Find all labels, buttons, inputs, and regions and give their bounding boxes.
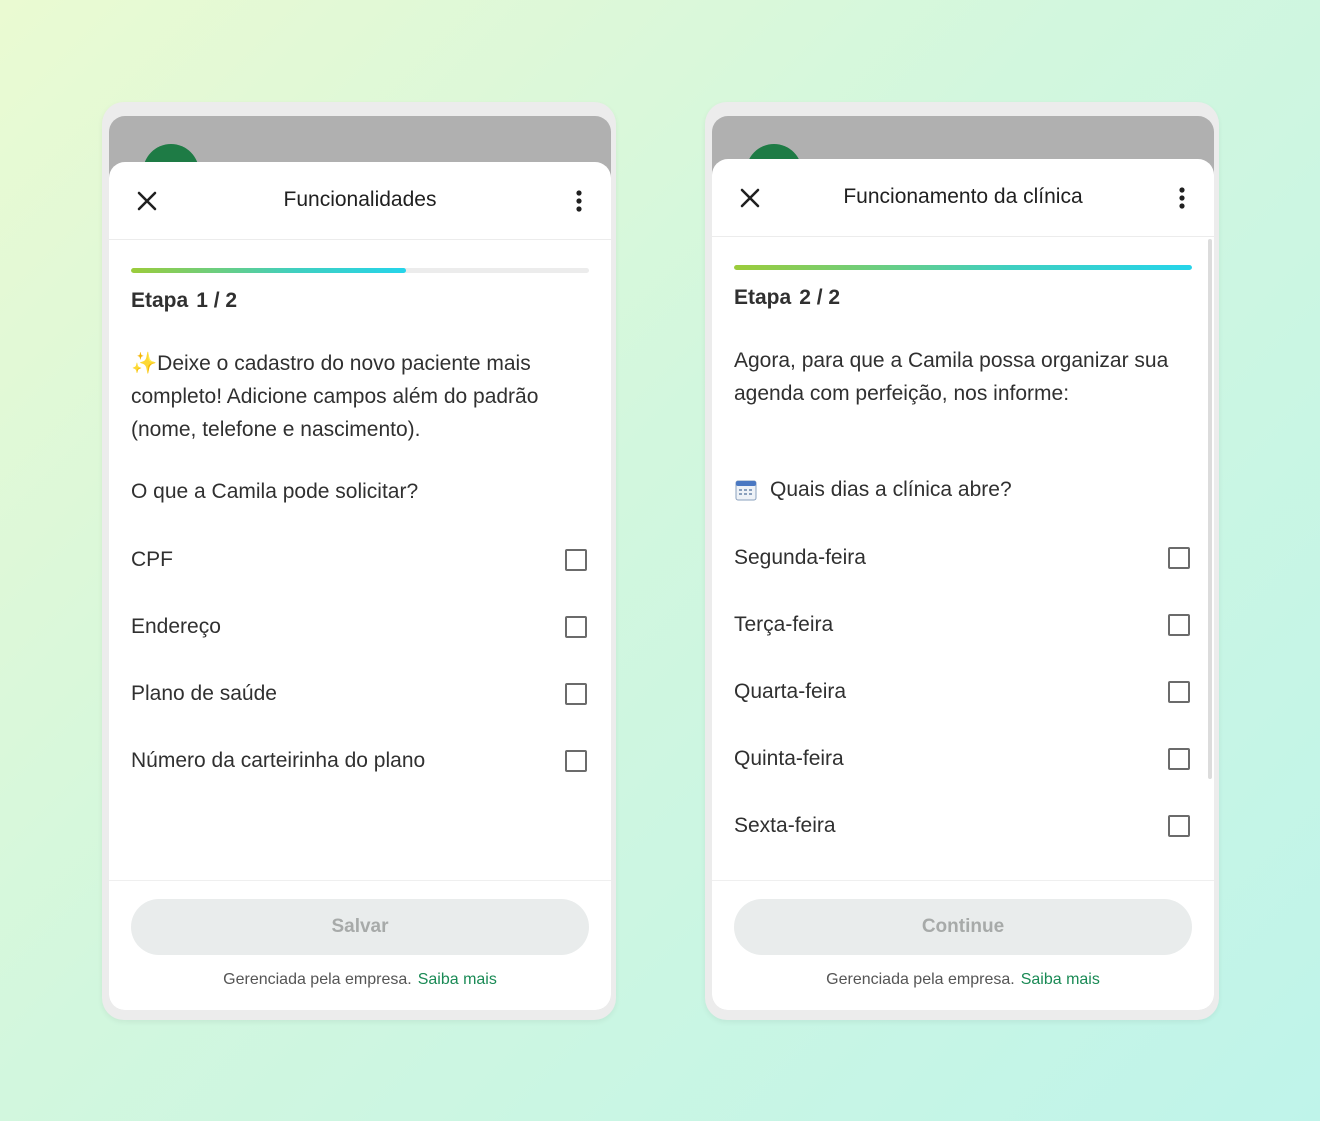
option-row[interactable]: Segunda-feira	[734, 524, 1192, 591]
option-checkbox[interactable]	[1168, 613, 1190, 636]
sheet-header: Funcionalidades	[109, 162, 611, 240]
managed-notice: Gerenciada pela empresa. Saiba mais	[712, 971, 1214, 989]
question-label: O que a Camila pode solicitar?	[131, 480, 419, 503]
calendar-icon	[735, 480, 757, 501]
sheet-title: Funcionamento da clínica	[843, 185, 1083, 208]
option-row[interactable]: Endereço	[131, 593, 589, 660]
learn-more-link[interactable]: Saiba mais	[418, 971, 497, 988]
progress-fill	[131, 268, 406, 273]
option-label: Quarta-feira	[734, 679, 847, 703]
description: Agora, para que a Camila possa organizar…	[734, 349, 1169, 405]
option-checkbox[interactable]	[565, 682, 587, 705]
option-label: Segunda-feira	[734, 545, 866, 569]
sheet-header: Funcionamento da clínica	[712, 159, 1214, 237]
right-phone-frame: Funcionamento da clínica Etapa 2 / 2 Agor	[705, 102, 1219, 1020]
save-button[interactable]: Salvar	[131, 899, 589, 955]
option-row[interactable]: Terça-feira	[734, 591, 1192, 658]
step-indicator: Etapa 1 / 2	[131, 289, 589, 313]
progress-bar	[734, 265, 1192, 270]
option-checkbox[interactable]	[565, 749, 587, 772]
option-row[interactable]: Quarta-feira	[734, 658, 1192, 725]
sheet-scroll-area[interactable]: Etapa 2 / 2 Agora, para que a Camila poss…	[712, 237, 1214, 880]
option-label: Plano de saúde	[131, 681, 277, 705]
step-value: 1 / 2	[196, 289, 238, 312]
option-checkbox[interactable]	[1168, 814, 1190, 837]
continue-button[interactable]: Continue	[734, 899, 1192, 955]
option-checkbox[interactable]	[565, 548, 587, 571]
option-row[interactable]: Sábado	[734, 859, 1192, 880]
learn-more-link[interactable]: Saiba mais	[1021, 971, 1100, 988]
left-phone-frame: Funcionalidades Etapa 1 / 2 ✨Deixe o cad…	[102, 102, 616, 1020]
step-value: 2 / 2	[799, 286, 841, 309]
step-indicator: Etapa 2 / 2	[734, 286, 1192, 310]
option-label: CPF	[131, 547, 173, 571]
managed-text: Gerenciada pela empresa.	[826, 971, 1015, 988]
more-vert-icon[interactable]	[1170, 185, 1194, 211]
option-checkbox[interactable]	[1168, 546, 1190, 569]
option-row[interactable]: Quinta-feira	[734, 725, 1192, 792]
option-label: Número da carteirinha do plano	[131, 748, 426, 772]
option-row[interactable]: Sexta-feira	[734, 792, 1192, 859]
more-vert-icon[interactable]	[567, 188, 591, 214]
left-bottom-sheet: Funcionalidades Etapa 1 / 2 ✨Deixe o cad…	[109, 162, 611, 1010]
question-label: Quais dias a clínica abre?	[734, 478, 1192, 502]
step-label: Etapa	[734, 286, 792, 309]
option-checkbox[interactable]	[1168, 680, 1190, 703]
option-checkbox[interactable]	[1168, 747, 1190, 770]
option-checkbox[interactable]	[565, 615, 587, 638]
managed-text: Gerenciada pela empresa.	[223, 971, 412, 988]
close-icon[interactable]	[738, 186, 762, 210]
option-row[interactable]: Plano de saúde	[131, 660, 589, 727]
close-icon[interactable]	[135, 189, 159, 213]
right-bottom-sheet: Funcionamento da clínica Etapa 2 / 2 Agor	[712, 159, 1214, 1010]
progress-fill	[734, 265, 1192, 270]
right-screen: Funcionamento da clínica Etapa 2 / 2 Agor	[712, 116, 1214, 1010]
step-label: Etapa	[131, 289, 189, 312]
question-text: Quais dias a clínica abre?	[770, 478, 1012, 501]
managed-notice: Gerenciada pela empresa. Saiba mais	[109, 971, 611, 989]
sheet-footer: Salvar Gerenciada pela empresa. Saiba mai…	[109, 880, 611, 1010]
option-label: Endereço	[131, 614, 221, 638]
option-row[interactable]: Número da carteirinha do plano	[131, 727, 589, 794]
options-list: CPF Endereço Plano de saúde Número da carte…	[131, 526, 589, 794]
option-label: Sexta-feira	[734, 813, 836, 837]
option-label: Quinta-feira	[734, 746, 844, 770]
progress-bar	[131, 268, 589, 273]
left-screen: Funcionalidades Etapa 1 / 2 ✨Deixe o cad…	[109, 116, 611, 1010]
sparkles-icon: ✨	[131, 352, 158, 375]
sheet-scroll-area[interactable]: Etapa 1 / 2 ✨Deixe o cadastro do novo pac…	[109, 240, 611, 880]
option-row[interactable]: CPF	[131, 526, 589, 593]
option-label: Terça-feira	[734, 612, 834, 636]
options-list: Segunda-feira Terça-feira Quarta-feira Quin…	[734, 524, 1192, 880]
sheet-title: Funcionalidades	[283, 188, 437, 211]
description-text: Deixe o cadastro do novo paciente mais c…	[131, 352, 539, 441]
sheet-footer: Continue Gerenciada pela empresa. Saiba m…	[712, 880, 1214, 1010]
description: ✨Deixe o cadastro do novo paciente mais …	[131, 347, 589, 446]
